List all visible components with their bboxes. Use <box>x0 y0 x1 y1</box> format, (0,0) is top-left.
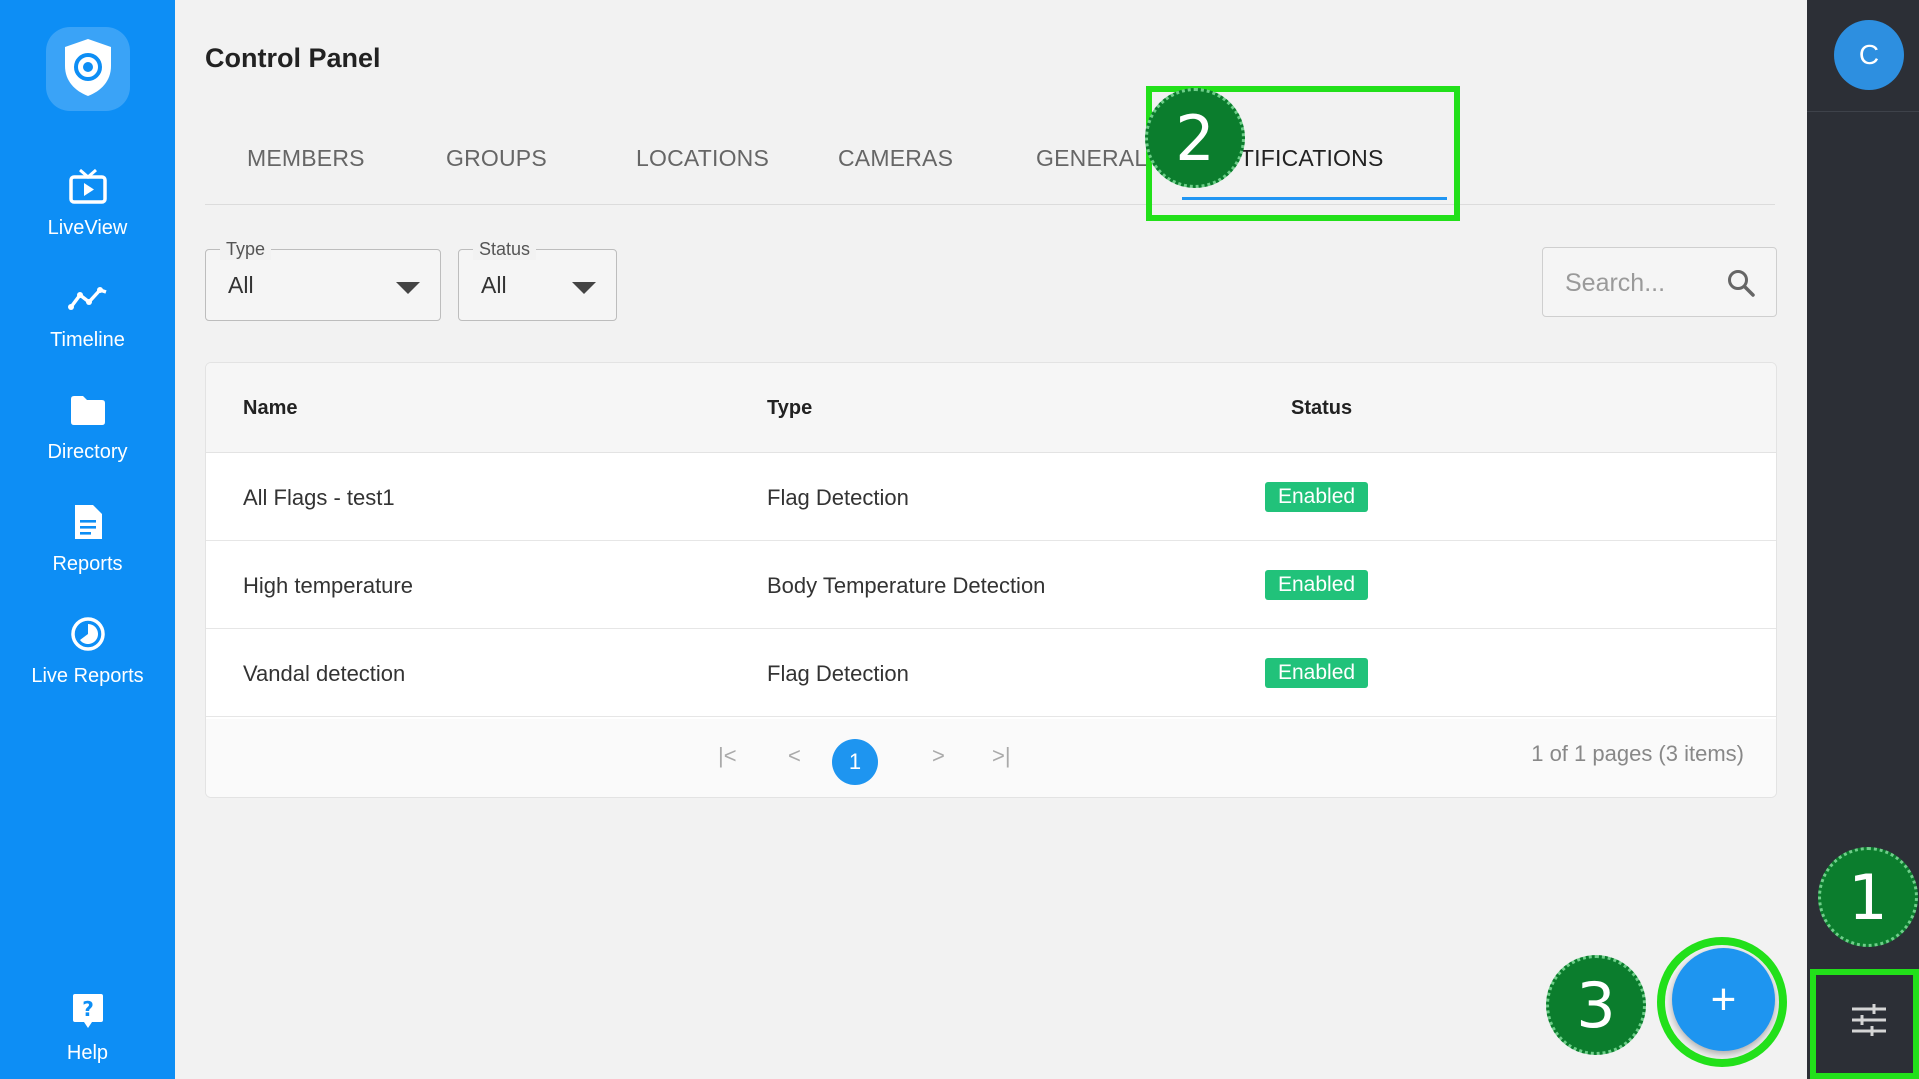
sidebar-item-timeline[interactable]: Timeline <box>0 275 175 375</box>
status-badge: Enabled <box>1265 482 1369 512</box>
tv-play-icon <box>65 163 111 209</box>
status-filter-value: All <box>481 272 507 298</box>
table-header: Name Type Status <box>206 363 1776 453</box>
row-type: Flag Detection <box>767 485 909 510</box>
tab-general[interactable]: GENERAL <box>1036 145 1147 172</box>
help-icon: ? <box>65 988 111 1034</box>
annotation-marker: 3 <box>1546 955 1646 1055</box>
column-header-type[interactable]: Type <box>767 397 812 420</box>
notifications-table: Name Type Status All Flags - test1 Flag … <box>205 362 1777 798</box>
row-name: All Flags - test1 <box>243 485 395 510</box>
pagination: |< < 1 > >| 1 of 1 pages (3 items) <box>206 719 1776 797</box>
pie-chart-icon <box>65 611 111 657</box>
sidebar-item-help[interactable]: ? Help <box>0 988 175 1079</box>
type-filter-value: All <box>228 272 254 298</box>
tab-locations[interactable]: LOCATIONS <box>636 145 769 172</box>
sidebar-item-label: Directory <box>47 441 128 463</box>
column-header-status[interactable]: Status <box>1291 397 1352 420</box>
row-name: Vandal detection <box>243 661 406 686</box>
sidebar-item-reports[interactable]: Reports <box>0 499 175 599</box>
tab-members[interactable]: MEMBERS <box>247 145 365 172</box>
folder-icon <box>65 387 111 433</box>
annotation-marker: 1 <box>1818 847 1918 947</box>
sidebar-item-label: LiveView <box>47 217 128 239</box>
sidebar-item-live-reports[interactable]: Live Reports <box>0 611 175 711</box>
prev-page-button[interactable]: < <box>788 743 801 769</box>
sidebar-item-label: Timeline <box>50 329 125 351</box>
sidebar-item-directory[interactable]: Directory <box>0 387 175 487</box>
highlight-box-settings <box>1810 969 1919 1079</box>
status-badge: Enabled <box>1265 570 1369 600</box>
tab-groups[interactable]: GROUPS <box>446 145 547 172</box>
first-page-button[interactable]: |< <box>718 743 737 769</box>
search-box <box>1542 247 1777 317</box>
search-icon[interactable] <box>1726 268 1756 303</box>
app-logo[interactable] <box>46 27 130 111</box>
row-name: High temperature <box>243 573 413 598</box>
pagination-info: 1 of 1 pages (3 items) <box>1531 741 1744 766</box>
search-input[interactable] <box>1565 266 1725 300</box>
status-filter-label: Status <box>473 239 537 260</box>
sidebar-item-label: Reports <box>52 553 123 575</box>
tab-cameras[interactable]: CAMERAS <box>838 145 953 172</box>
caret-down-icon <box>396 282 420 294</box>
status-filter-select[interactable]: Status All <box>458 239 617 321</box>
type-filter-label: Type <box>220 239 272 260</box>
left-sidebar: LiveView Timeline Directory Reports Live… <box>0 0 175 1079</box>
table-row[interactable]: All Flags - test1 Flag Detection Enabled <box>206 453 1776 541</box>
sidebar-item-liveview[interactable]: LiveView <box>0 163 175 263</box>
sidebar-item-label: Live Reports <box>31 665 144 687</box>
next-page-button[interactable]: > <box>932 743 945 769</box>
type-filter-select[interactable]: Type All <box>205 239 441 321</box>
row-type: Flag Detection <box>767 661 909 686</box>
rail-header: C <box>1807 0 1919 112</box>
svg-text:?: ? <box>82 997 94 1021</box>
highlight-ring-fab <box>1657 937 1787 1067</box>
avatar[interactable]: C <box>1834 20 1904 90</box>
status-badge: Enabled <box>1265 658 1369 688</box>
page-title: Control Panel <box>205 43 381 73</box>
table-row[interactable]: Vandal detection Flag Detection Enabled <box>206 629 1776 717</box>
tab-bar: MEMBERS GROUPS LOCATIONS CAMERAS GENERAL… <box>205 125 1775 205</box>
last-page-button[interactable]: >| <box>992 743 1011 769</box>
page-1-button[interactable]: 1 <box>832 739 878 785</box>
shield-eye-icon <box>60 36 116 103</box>
timeline-icon <box>65 275 111 321</box>
row-type: Body Temperature Detection <box>767 573 1046 598</box>
annotation-marker: 2 <box>1145 88 1245 188</box>
main-content: Control Panel MEMBERS GROUPS LOCATIONS C… <box>175 0 1807 1079</box>
column-header-name[interactable]: Name <box>243 397 297 420</box>
sidebar-item-label: Help <box>66 1042 109 1064</box>
document-icon <box>65 499 111 545</box>
table-row[interactable]: High temperature Body Temperature Detect… <box>206 541 1776 629</box>
caret-down-icon <box>572 282 596 294</box>
